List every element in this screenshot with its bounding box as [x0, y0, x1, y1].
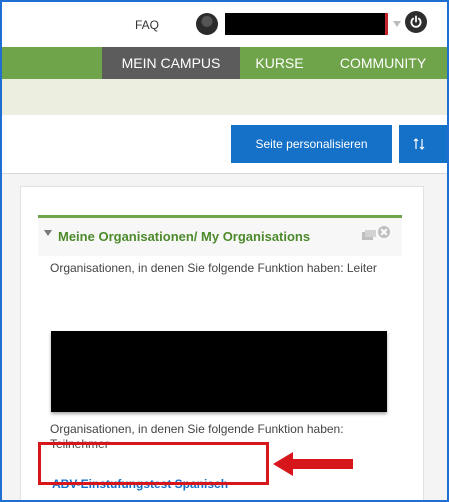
leader-role-text: Organisationen, in denen Sie folgende Fu…	[50, 261, 377, 275]
user-name-redacted[interactable]	[225, 13, 388, 35]
nav-item-kurse[interactable]: KURSE	[240, 47, 319, 79]
top-bar: FAQ	[2, 2, 447, 47]
sub-nav-bar	[2, 79, 447, 115]
personalize-page-button[interactable]: Seite personalisieren	[231, 125, 392, 163]
main-nav: MEIN CAMPUS KURSE COMMUNITY	[2, 47, 447, 79]
window-icon[interactable]	[362, 227, 376, 240]
faq-link[interactable]: FAQ	[135, 18, 159, 32]
sort-button[interactable]	[399, 125, 447, 163]
close-icon[interactable]	[378, 226, 390, 238]
nav-item-community[interactable]: COMMUNITY	[319, 47, 447, 79]
portlet-title: Meine Organisationen/ My Organisations	[58, 229, 311, 244]
power-icon[interactable]	[405, 11, 427, 33]
browser-frame: FAQ MEIN CAMPUS KURSE COMMUNITY Seite pe…	[0, 0, 449, 502]
page-toolbar: Seite personalisieren	[2, 115, 447, 174]
annotation-highlight-box	[38, 442, 269, 485]
user-avatar-icon[interactable]	[196, 13, 218, 35]
redacted-organisations	[51, 331, 387, 412]
sort-arrows-icon	[413, 138, 425, 150]
annotation-arrow-icon	[273, 452, 353, 476]
portlet-header: Meine Organisationen/ My Organisations	[38, 215, 402, 256]
chevron-down-icon[interactable]	[393, 21, 401, 27]
collapse-triangle-icon[interactable]	[44, 230, 52, 236]
nav-item-mein-campus[interactable]: MEIN CAMPUS	[102, 47, 240, 79]
